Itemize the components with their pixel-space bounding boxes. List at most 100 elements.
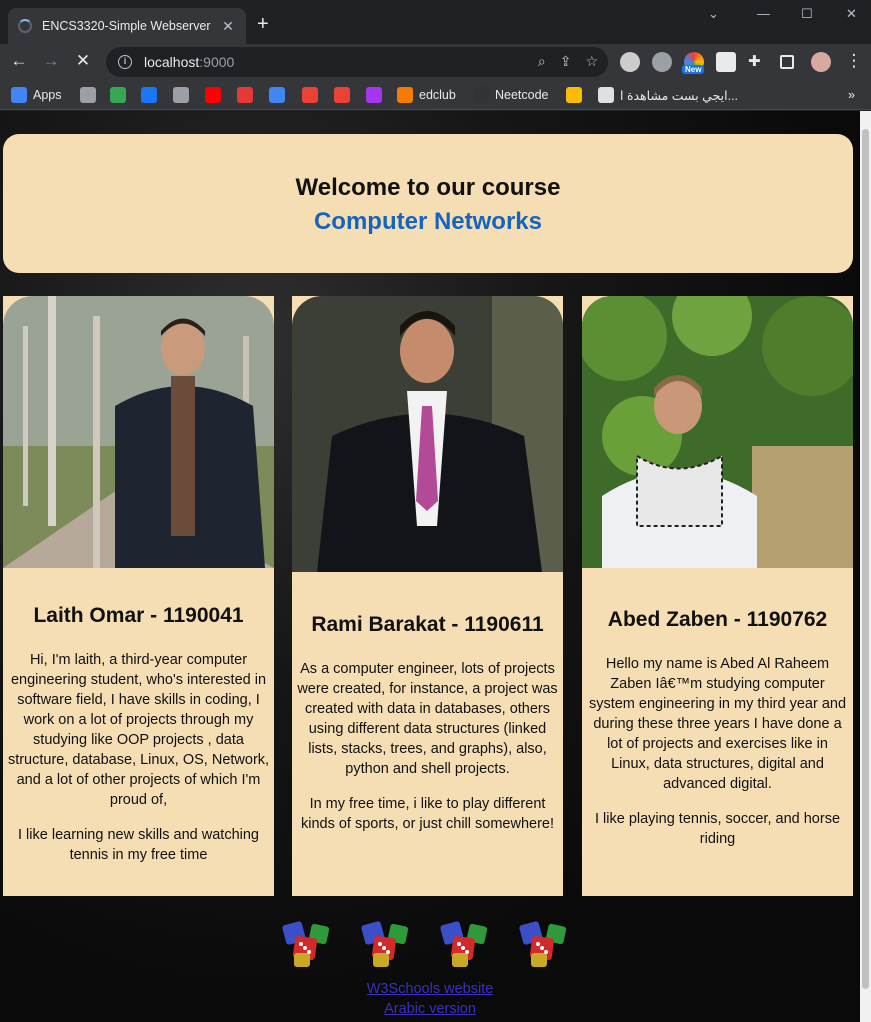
bookmark-label: Neetcode: [495, 88, 549, 102]
w3schools-link[interactable]: W3Schools website: [0, 979, 860, 999]
member-name: Rami Barakat - 1190611: [311, 613, 544, 636]
bookmark-item[interactable]: [302, 85, 318, 105]
side-panel-icon[interactable]: [780, 55, 794, 69]
zoom-search-icon[interactable]: ⌕: [538, 53, 546, 70]
window-close-icon[interactable]: ✕: [846, 6, 857, 22]
member-bio-paragraph: Hello my name is Abed Al Raheem Zaben Iâ…: [588, 656, 847, 792]
maximize-icon[interactable]: ☐: [801, 6, 813, 22]
bookmark-star-icon[interactable]: ☆: [585, 53, 598, 70]
member-bio-paragraph: Hi, I'm laith, a third-year computer eng…: [7, 652, 270, 808]
welcome-banner: Welcome to our course Computer Networks: [3, 134, 853, 273]
bookmarks-bar: Apps edclub Neetcode ايجي بست مشاهدة ا... »: [0, 80, 871, 110]
bookmark-item[interactable]: [173, 85, 189, 105]
bookmark-item[interactable]: [366, 85, 382, 105]
profile-avatar[interactable]: [811, 52, 831, 72]
browser-titlebar: ENCS3320-Simple Webserver ✕ + ⌄ — ☐ ✕: [0, 0, 871, 44]
member-bio-paragraph: As a computer engineer, lots of projects…: [297, 661, 558, 777]
new-badge: New: [682, 65, 705, 74]
url-host: localhost: [144, 54, 200, 70]
translate-icon: [269, 87, 285, 103]
page-viewport: Welcome to our course Computer Networks …: [0, 111, 860, 1022]
bookmark-item[interactable]: [334, 85, 350, 105]
scrollbar-thumb[interactable]: [862, 129, 869, 989]
bookmark-item[interactable]: [269, 85, 285, 105]
member-card-laith: Laith Omar - 1190041 Hi, I'm laith, a th…: [3, 296, 274, 896]
stop-loading-icon[interactable]: ✕: [72, 51, 94, 71]
member-card-rami: Rami Barakat - 1190611 As a computer eng…: [292, 296, 563, 896]
forward-arrow-icon[interactable]: →: [40, 51, 62, 71]
extension-octopus-icon[interactable]: [652, 52, 672, 72]
bookmark-item[interactable]: [80, 85, 96, 105]
gmail-icon: [334, 87, 350, 103]
member-bio: Hello my name is Abed Al Raheem Zaben Iâ…: [582, 654, 853, 849]
page-icon: [80, 87, 96, 103]
extension-chart-icon[interactable]: [716, 52, 736, 72]
egybest-icon: [598, 87, 614, 103]
bookmark-item[interactable]: ايجي بست مشاهدة ا...: [598, 85, 738, 105]
member-bio-paragraph: In my free time, i like to play differen…: [300, 796, 555, 832]
minimize-icon[interactable]: —: [757, 6, 770, 21]
bookmark-label: ايجي بست مشاهدة ا...: [620, 88, 739, 103]
member-bio: As a computer engineer, lots of projects…: [292, 659, 563, 834]
member-bio-paragraph: I like learning new skills and watching …: [18, 827, 259, 863]
tab-search-chevron-icon[interactable]: ⌄: [708, 6, 719, 22]
bookmark-label: Apps: [33, 88, 62, 102]
course-name: Computer Networks: [313, 208, 543, 235]
member-card-body: Laith Omar - 1190041 Hi, I'm laith, a th…: [3, 604, 274, 865]
back-arrow-icon[interactable]: ←: [8, 51, 30, 71]
tab-close-icon[interactable]: ✕: [220, 18, 236, 35]
member-name: Abed Zaben - 1190762: [607, 608, 828, 631]
tree-icon: [110, 87, 126, 103]
member-photo: [3, 296, 274, 568]
bookmark-item[interactable]: [566, 85, 582, 105]
footer-links: W3Schools website Arabic version: [0, 979, 860, 1019]
dice-icon: [359, 919, 413, 969]
bookmarks-overflow-icon[interactable]: »: [848, 85, 855, 105]
member-name: Laith Omar - 1190041: [33, 604, 244, 627]
dice-decoration-row: [280, 919, 571, 969]
member-photo: [292, 296, 563, 572]
apps-grid-icon: [11, 87, 27, 103]
bookmark-item[interactable]: Apps: [11, 85, 62, 105]
share-icon[interactable]: ⇪: [560, 53, 572, 70]
udemy-icon: [366, 87, 382, 103]
tab-title: ENCS3320-Simple Webserver: [42, 19, 211, 33]
bookmark-item[interactable]: [237, 85, 253, 105]
dice-icon: [280, 919, 334, 969]
url-port: :9000: [199, 54, 235, 70]
menu-kebab-icon[interactable]: ⋮: [843, 51, 865, 71]
loading-spinner-icon: [18, 19, 32, 33]
rainbow-icon: [237, 87, 253, 103]
member-photo: [582, 296, 853, 568]
member-bio-paragraph: I like playing tennis, soccer, and horse…: [594, 811, 841, 847]
extensions-puzzle-icon[interactable]: ✚: [748, 52, 768, 72]
google-icon: [302, 87, 318, 103]
bookmark-item[interactable]: Neetcode: [473, 85, 549, 105]
youtube-icon: [205, 87, 221, 103]
site-info-icon[interactable]: i: [118, 55, 132, 69]
arabic-version-link[interactable]: Arabic version: [0, 999, 860, 1019]
neetcode-icon: [473, 87, 489, 103]
dice-icon: [517, 919, 571, 969]
address-bar[interactable]: i localhost:9000 ⌕ ⇪ ☆: [106, 47, 608, 77]
member-card-body: Rami Barakat - 1190611 As a computer eng…: [292, 613, 563, 834]
vertical-scrollbar[interactable]: [860, 111, 871, 1022]
new-tab-icon[interactable]: +: [257, 14, 269, 34]
page-title: Welcome to our course: [295, 174, 561, 201]
bookmark-item[interactable]: edclub: [397, 85, 456, 105]
member-bio: Hi, I'm laith, a third-year computer eng…: [3, 650, 274, 865]
extension-owl-icon[interactable]: [620, 52, 640, 72]
browser-tab[interactable]: ENCS3320-Simple Webserver ✕: [8, 8, 246, 44]
edclub-icon: [397, 87, 413, 103]
dice-icon: [438, 919, 492, 969]
bookmark-label: edclub: [419, 88, 456, 102]
member-card-body: Abed Zaben - 1190762 Hello my name is Ab…: [582, 608, 853, 849]
bookmark-item[interactable]: [141, 85, 157, 105]
globe-icon: [173, 87, 189, 103]
bookmark-item[interactable]: [110, 85, 126, 105]
facebook-icon: [141, 87, 157, 103]
bolt-icon: [566, 87, 582, 103]
member-card-abed: Abed Zaben - 1190762 Hello my name is Ab…: [582, 296, 853, 896]
browser-toolbar: ← → ✕ i localhost:9000 ⌕ ⇪ ☆ New ✚ ⋮: [0, 44, 871, 80]
bookmark-item[interactable]: [205, 85, 221, 105]
